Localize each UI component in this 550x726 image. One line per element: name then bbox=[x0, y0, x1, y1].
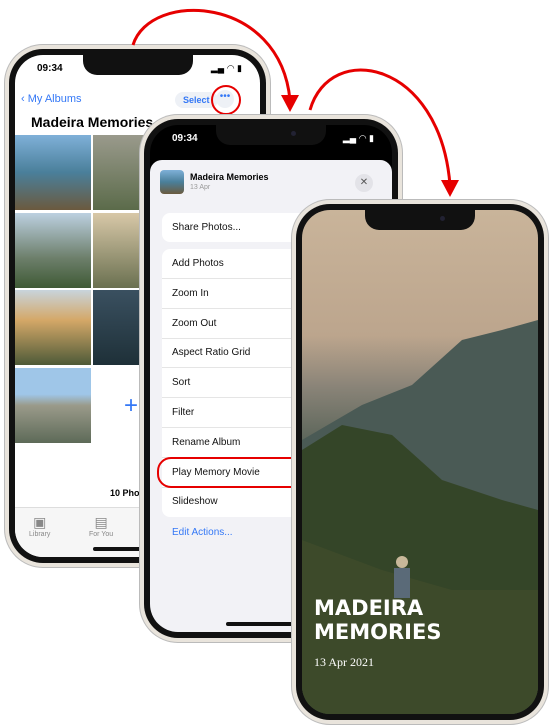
status-time: 09:34 bbox=[37, 63, 63, 74]
status-time: 09:34 bbox=[172, 133, 198, 144]
status-icons: ▂▄ ◠ ▮ bbox=[342, 133, 374, 143]
arrow-2 bbox=[308, 68, 452, 186]
flow-arrows bbox=[131, 8, 459, 197]
status-icons: ▂▄ ◠ ▮ bbox=[210, 63, 242, 73]
arrowhead-1 bbox=[281, 95, 299, 112]
arrowhead-2 bbox=[441, 180, 459, 197]
